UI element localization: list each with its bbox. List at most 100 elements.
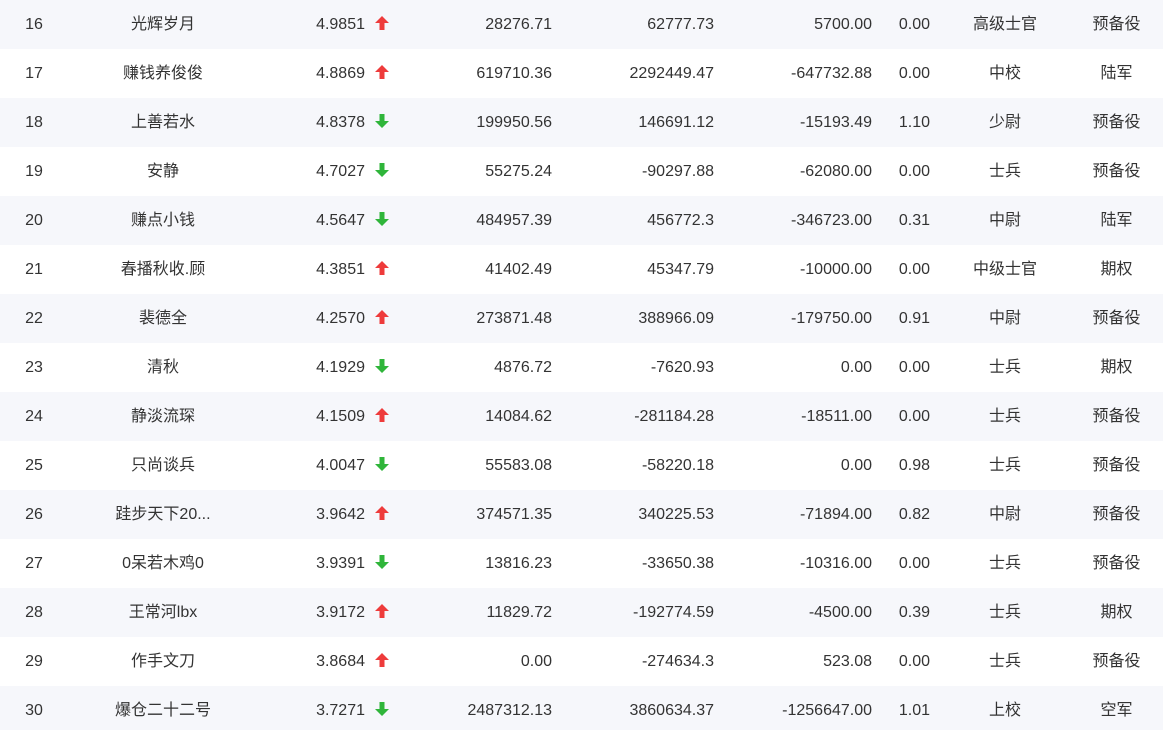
table-row[interactable]: 22 裴德全 4.2570 273871.48 388966.09 -179750.00 0… xyxy=(0,294,1163,343)
table-row[interactable]: 21 春播秋收.顾 4.3851 41402.49 45347.79 -10000.00 0… xyxy=(0,245,1163,294)
value3-cell: -179750.00 xyxy=(791,310,872,327)
arrow-up-icon xyxy=(374,603,390,619)
value1-cell: 0.00 xyxy=(520,653,552,670)
value3-cell: -4500.00 xyxy=(808,604,872,621)
value3-cell: -15193.49 xyxy=(799,114,872,131)
trend-cell xyxy=(372,196,392,245)
table-row[interactable]: 18 上善若水 4.8378 199950.56 146691.12 -15193.49 1… xyxy=(0,98,1163,147)
rank-cell: 28 xyxy=(25,604,43,621)
trend-cell xyxy=(372,98,392,147)
level-cell: 高级士官 xyxy=(972,16,1037,33)
arrow-up-icon xyxy=(374,15,390,31)
value1-cell: 13816.23 xyxy=(485,555,552,572)
ratio-cell: 0.00 xyxy=(898,163,930,180)
value3-cell: -346723.00 xyxy=(791,212,872,229)
value1-cell: 374571.35 xyxy=(476,506,552,523)
value2-cell: 146691.12 xyxy=(638,114,714,131)
level-cell: 中校 xyxy=(988,65,1021,82)
arrow-up-icon xyxy=(374,505,390,521)
score-cell: 3.9391 xyxy=(316,555,365,572)
level-cell: 士兵 xyxy=(988,408,1021,425)
level-cell: 士兵 xyxy=(988,653,1021,670)
trend-cell xyxy=(372,343,392,392)
table-row[interactable]: 23 清秋 4.1929 4876.72 -7620.93 0.00 0.00 士兵 期权 xyxy=(0,343,1163,392)
table-row[interactable]: 30 爆仓二十二号 3.7271 2487312.13 3860634.37 -12566… xyxy=(0,686,1163,730)
type-cell: 预备役 xyxy=(1092,653,1141,670)
nickname-cell: 赚钱养俊俊 xyxy=(122,65,203,82)
score-cell: 4.9851 xyxy=(316,16,365,33)
value3-cell: 0.00 xyxy=(840,457,872,474)
type-cell: 期权 xyxy=(1100,359,1133,376)
table-row[interactable]: 20 赚点小钱 4.5647 484957.39 456772.3 -346723.00 0… xyxy=(0,196,1163,245)
trend-cell xyxy=(372,490,392,539)
rank-cell: 21 xyxy=(25,261,43,278)
value1-cell: 619710.36 xyxy=(476,65,552,82)
value2-cell: -58220.18 xyxy=(641,457,714,474)
nickname-cell: 爆仓二十二号 xyxy=(114,702,211,719)
arrow-down-icon xyxy=(374,211,390,227)
value2-cell: 340225.53 xyxy=(638,506,714,523)
arrow-down-icon xyxy=(374,113,390,129)
value2-cell: 62777.73 xyxy=(647,16,714,33)
rank-cell: 16 xyxy=(25,16,43,33)
ratio-cell: 0.00 xyxy=(898,359,930,376)
value2-cell: 388966.09 xyxy=(638,310,714,327)
ranking-table: 16 光辉岁月 4.9851 28276.71 62777.73 5700.00 0.00 高… xyxy=(0,0,1163,730)
table-row[interactable]: 27 0呆若木鸡0 3.9391 13816.23 -33650.38 -10316.00… xyxy=(0,539,1163,588)
level-cell: 士兵 xyxy=(988,163,1021,180)
table-row[interactable]: 26 跬步天下20... 3.9642 374571.35 340225.53 -7189… xyxy=(0,490,1163,539)
rank-cell: 26 xyxy=(25,506,43,523)
value2-cell: 45347.79 xyxy=(647,261,714,278)
table-row[interactable]: 29 作手文刀 3.8684 0.00 -274634.3 523.08 0.00 士兵 预备役 xyxy=(0,637,1163,686)
nickname-cell: 清秋 xyxy=(146,359,179,376)
table-row[interactable]: 16 光辉岁月 4.9851 28276.71 62777.73 5700.00 0.00 高… xyxy=(0,0,1163,49)
type-cell: 陆军 xyxy=(1100,65,1133,82)
type-cell: 陆军 xyxy=(1100,212,1133,229)
ratio-cell: 1.01 xyxy=(898,702,930,719)
value3-cell: 5700.00 xyxy=(814,16,872,33)
type-cell: 预备役 xyxy=(1092,506,1141,523)
score-cell: 4.8869 xyxy=(316,65,365,82)
rank-cell: 25 xyxy=(25,457,43,474)
value1-cell: 14084.62 xyxy=(485,408,552,425)
trend-cell xyxy=(372,392,392,441)
trend-cell xyxy=(372,0,392,49)
type-cell: 预备役 xyxy=(1092,310,1141,327)
arrow-down-icon xyxy=(374,701,390,717)
rank-cell: 19 xyxy=(25,163,43,180)
value1-cell: 273871.48 xyxy=(476,310,552,327)
table-row[interactable]: 17 赚钱养俊俊 4.8869 619710.36 2292449.47 -647732.… xyxy=(0,49,1163,98)
arrow-up-icon xyxy=(374,652,390,668)
value3-cell: -10316.00 xyxy=(799,555,872,572)
type-cell: 预备役 xyxy=(1092,408,1141,425)
table-row[interactable]: 28 王常河lbx 3.9172 11829.72 -192774.59 -4500.00… xyxy=(0,588,1163,637)
type-cell: 预备役 xyxy=(1092,16,1141,33)
ratio-cell: 0.00 xyxy=(898,408,930,425)
value2-cell: -274634.3 xyxy=(641,653,714,670)
value1-cell: 2487312.13 xyxy=(467,702,552,719)
arrow-up-icon xyxy=(374,407,390,423)
type-cell: 期权 xyxy=(1100,604,1133,621)
type-cell: 预备役 xyxy=(1092,163,1141,180)
value3-cell: -647732.88 xyxy=(791,65,872,82)
score-cell: 3.8684 xyxy=(316,653,365,670)
table-row[interactable]: 24 静淡流琛 4.1509 14084.62 -281184.28 -18511.00 0… xyxy=(0,392,1163,441)
table-row[interactable]: 19 安静 4.7027 55275.24 -90297.88 -62080.00 0.00… xyxy=(0,147,1163,196)
value2-cell: 2292449.47 xyxy=(629,65,714,82)
nickname-cell: 赚点小钱 xyxy=(130,212,195,229)
table-row[interactable]: 25 只尚谈兵 4.0047 55583.08 -58220.18 0.00 0.98 士兵 预… xyxy=(0,441,1163,490)
level-cell: 士兵 xyxy=(988,604,1021,621)
value1-cell: 55275.24 xyxy=(485,163,552,180)
ratio-cell: 0.00 xyxy=(898,261,930,278)
value1-cell: 11829.72 xyxy=(486,604,552,621)
arrow-down-icon xyxy=(374,358,390,374)
rank-cell: 27 xyxy=(25,555,43,572)
rank-cell: 23 xyxy=(25,359,43,376)
level-cell: 士兵 xyxy=(988,359,1021,376)
nickname-cell: 只尚谈兵 xyxy=(130,457,195,474)
value1-cell: 41402.49 xyxy=(485,261,552,278)
score-cell: 4.0047 xyxy=(316,457,365,474)
value3-cell: 523.08 xyxy=(823,653,872,670)
value2-cell: -192774.59 xyxy=(633,604,714,621)
score-cell: 4.7027 xyxy=(316,163,365,180)
